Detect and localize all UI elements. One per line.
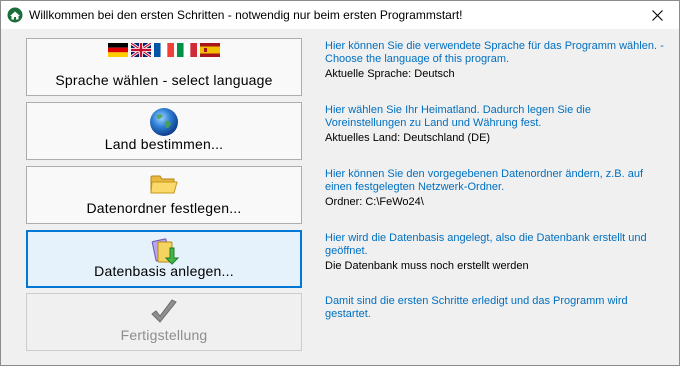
database-description-text: Hier wird die Datenbasis angelegt, also … bbox=[325, 232, 647, 257]
current-folder-status: Ordner: C:\FeWo24\ bbox=[325, 196, 424, 208]
select-country-button[interactable]: Land bestimmen... bbox=[26, 102, 302, 160]
dialog-window: Willkommen bei den ersten Schritten - no… bbox=[0, 0, 680, 366]
language-description: Hier können Sie die verwendete Sprache f… bbox=[325, 40, 671, 81]
finish-description: Damit sind die ersten Schritte erledigt … bbox=[325, 295, 671, 321]
select-country-label: Land bestimmen... bbox=[104, 136, 224, 152]
folder-description: Hier können Sie den vorgegebenen Datenor… bbox=[325, 168, 671, 209]
finish-button[interactable]: Fertigstellung bbox=[26, 293, 302, 351]
country-description: Hier wählen Sie Ihr Heimatland. Dadurch … bbox=[325, 104, 671, 145]
title-bar[interactable]: Willkommen bei den ersten Schritten - no… bbox=[1, 1, 679, 29]
globe-icon bbox=[150, 108, 178, 136]
spanish-flag-icon bbox=[200, 43, 220, 57]
close-icon bbox=[651, 9, 663, 21]
checkmark-icon bbox=[151, 299, 177, 323]
database-description: Hier wird die Datenbasis angelegt, also … bbox=[325, 232, 671, 273]
finish-description-text: Damit sind die ersten Schritte erledigt … bbox=[325, 295, 628, 320]
select-language-button[interactable]: Sprache wählen - select language bbox=[26, 38, 302, 96]
folder-description-text: Hier können Sie den vorgegebenen Datenor… bbox=[325, 168, 643, 193]
set-data-folder-label: Datenordner festlegen... bbox=[86, 200, 242, 216]
database-status: Die Datenbank muss noch erstellt werden bbox=[325, 260, 529, 272]
close-button[interactable] bbox=[635, 1, 679, 29]
database-create-icon bbox=[151, 238, 180, 265]
language-description-text: Hier können Sie die verwendete Sprache f… bbox=[325, 40, 664, 65]
current-country-status: Aktuelles Land: Deutschland (DE) bbox=[325, 132, 491, 144]
dialog-content: Sprache wählen - select language Hier kö… bbox=[7, 31, 673, 359]
current-language-status: Aktuelle Sprache: Deutsch bbox=[325, 68, 455, 80]
uk-flag-icon bbox=[131, 43, 151, 57]
window-title: Willkommen bei den ersten Schritten - no… bbox=[29, 8, 463, 22]
folder-icon bbox=[150, 175, 178, 194]
set-data-folder-button[interactable]: Datenordner festlegen... bbox=[26, 166, 302, 224]
create-database-button[interactable]: Datenbasis anlegen... bbox=[26, 230, 302, 288]
french-flag-icon bbox=[154, 43, 174, 57]
country-description-text: Hier wählen Sie Ihr Heimatland. Dadurch … bbox=[325, 104, 591, 129]
german-flag-icon bbox=[108, 43, 128, 57]
flags-icon bbox=[108, 43, 220, 57]
app-icon bbox=[7, 7, 23, 23]
finish-label: Fertigstellung bbox=[120, 327, 208, 343]
italian-flag-icon bbox=[177, 43, 197, 57]
select-language-label: Sprache wählen - select language bbox=[55, 72, 273, 88]
